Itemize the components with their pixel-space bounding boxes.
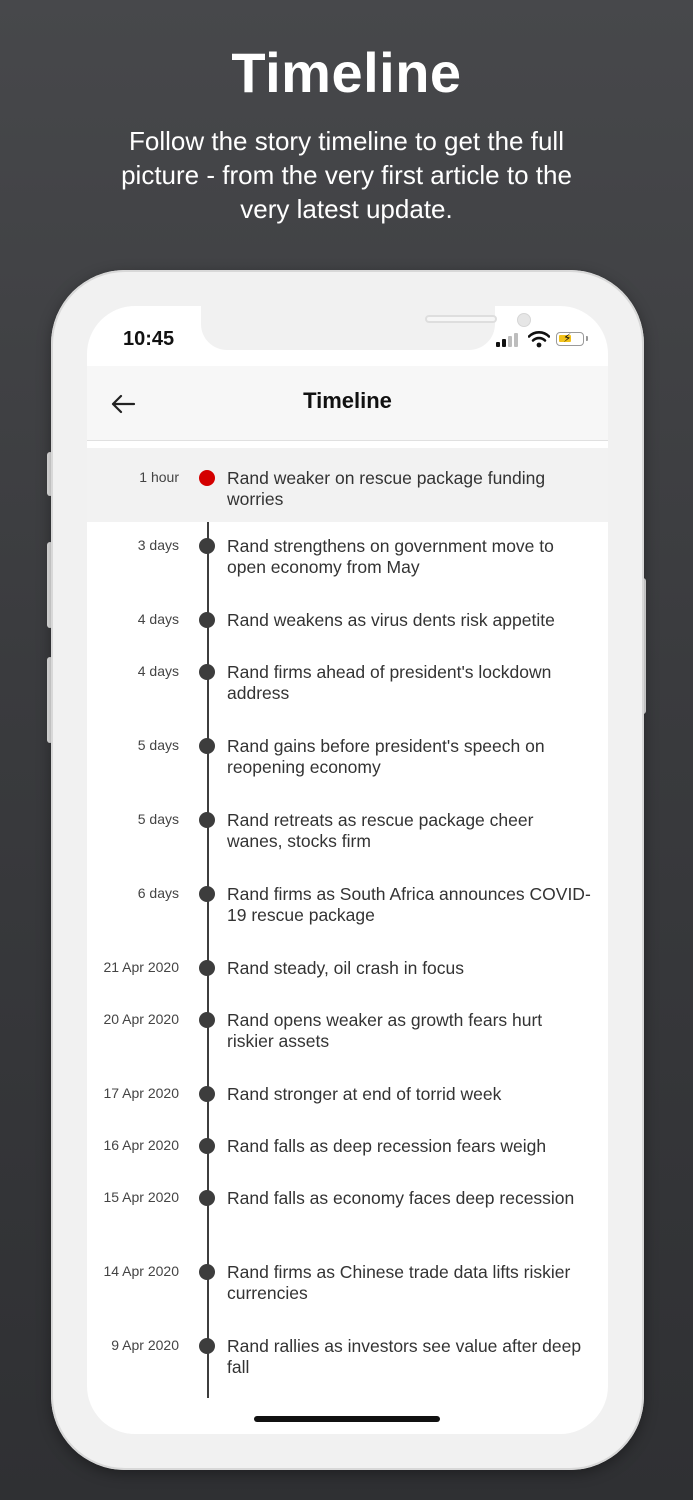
timeline-item-title: Rand gains before president's speech on … <box>227 736 545 777</box>
timeline-item-time: 4 days <box>137 663 179 679</box>
timeline-item[interactable]: 15 Apr 2020 Rand falls as economy faces d… <box>87 1174 608 1226</box>
timeline-dot <box>199 1338 215 1354</box>
timeline-dot <box>199 1086 215 1102</box>
timeline-item-time: 21 Apr 2020 <box>103 959 179 975</box>
timeline-dot-latest <box>199 470 215 486</box>
timeline-dot <box>199 1012 215 1028</box>
timeline-item[interactable]: 3 days Rand strengthens on government mov… <box>87 522 608 577</box>
timeline-item-time: 3 days <box>137 537 179 553</box>
timeline-item-title: Rand retreats as rescue package cheer wa… <box>227 810 534 851</box>
timeline-dot <box>199 1190 215 1206</box>
status-time: 10:45 <box>123 328 175 350</box>
timeline-item-time: 4 days <box>137 611 179 627</box>
page-title: Timeline <box>303 388 392 413</box>
timeline-item-title: Rand opens weaker as growth fears hurt r… <box>227 1010 543 1051</box>
timeline-dot <box>199 1138 215 1154</box>
timeline-item-time: 9 Apr 2020 <box>111 1337 179 1353</box>
timeline-item-title: Rand falls as economy faces deep recessi… <box>227 1188 575 1208</box>
timeline-dot <box>199 738 215 754</box>
timeline-item-title: Rand steady, oil crash in focus <box>227 958 465 978</box>
timeline-item[interactable]: 4 days Rand firms ahead of president's lo… <box>87 648 608 703</box>
promo-subtitle: Follow the story timeline to get the ful… <box>121 126 572 224</box>
phone-frame: 10:45 ⚡ Timeline 1 hour Rand weaker on r… <box>51 270 644 1470</box>
timeline-item-time: 6 days <box>137 885 179 901</box>
timeline-item[interactable]: 1 hour Rand weaker on rescue package fund… <box>87 448 608 522</box>
timeline-item-time: 1 hour <box>139 469 179 485</box>
timeline-item-title: Rand firms ahead of president's lockdown… <box>227 662 552 703</box>
promo-title: Timeline <box>231 41 462 104</box>
battery-charging-icon: ⚡ <box>556 331 588 346</box>
timeline-item-title: Rand weakens as virus dents risk appetit… <box>227 610 555 630</box>
phone-notch <box>201 306 531 350</box>
timeline-item-title: Rand rallies as investors see value afte… <box>227 1336 582 1377</box>
timeline-dot <box>199 960 215 976</box>
timeline-item-title: Rand firms as Chinese trade data lifts r… <box>227 1262 571 1303</box>
timeline-item[interactable]: 16 Apr 2020 Rand falls as deep recession … <box>87 1122 608 1174</box>
app-header: Timeline <box>87 366 608 441</box>
timeline-item[interactable]: 20 Apr 2020 Rand opens weaker as growth f… <box>87 996 608 1051</box>
wifi-icon <box>528 331 550 348</box>
timeline-item-time: 17 Apr 2020 <box>103 1085 179 1101</box>
signal-icon <box>496 331 520 347</box>
front-camera <box>517 313 531 327</box>
timeline-dot <box>199 1264 215 1280</box>
timeline-item[interactable]: 9 Apr 2020 Rand rallies as investors see … <box>87 1322 608 1377</box>
timeline-item-title: Rand falls as deep recession fears weigh <box>227 1136 547 1156</box>
timeline-item-time: 14 Apr 2020 <box>103 1263 179 1279</box>
timeline-item-title: Rand strengthens on government move to o… <box>227 536 554 577</box>
timeline-dot <box>199 538 215 554</box>
timeline-item-time: 16 Apr 2020 <box>103 1137 179 1153</box>
timeline-item[interactable]: 5 days Rand retreats as rescue package ch… <box>87 796 608 851</box>
timeline-dot <box>199 812 215 828</box>
timeline-list: 1 hour Rand weaker on rescue package fund… <box>87 448 608 1398</box>
timeline-item[interactable]: 17 Apr 2020 Rand stronger at end of torri… <box>87 1070 608 1122</box>
phone-screen: 10:45 ⚡ Timeline 1 hour Rand weaker on r… <box>87 306 608 1434</box>
timeline-item[interactable]: 6 days Rand firms as South Africa announc… <box>87 870 608 925</box>
home-indicator[interactable] <box>254 1416 440 1422</box>
timeline-dot <box>199 664 215 680</box>
timeline-item-title: Rand firms as South Africa announces COV… <box>227 884 591 925</box>
timeline-item-time: 15 Apr 2020 <box>103 1189 179 1205</box>
timeline-item[interactable]: 5 days Rand gains before president's spee… <box>87 722 608 777</box>
timeline-item[interactable]: 4 days Rand weakens as virus dents risk a… <box>87 596 608 648</box>
earpiece-speaker <box>425 315 497 323</box>
timeline-item-time: 20 Apr 2020 <box>103 1011 179 1027</box>
timeline-item[interactable]: 14 Apr 2020 Rand firms as Chinese trade d… <box>87 1248 608 1303</box>
timeline-item-time: 5 days <box>137 737 179 753</box>
timeline-dot <box>199 886 215 902</box>
timeline-item-title: Rand weaker on rescue package funding wo… <box>227 468 546 509</box>
timeline-dot <box>199 612 215 628</box>
timeline-item-title: Rand stronger at end of torrid week <box>227 1084 502 1104</box>
timeline-item[interactable]: 21 Apr 2020 Rand steady, oil crash in foc… <box>87 944 608 996</box>
timeline-item-time: 5 days <box>137 811 179 827</box>
status-icons: ⚡ <box>488 331 588 349</box>
